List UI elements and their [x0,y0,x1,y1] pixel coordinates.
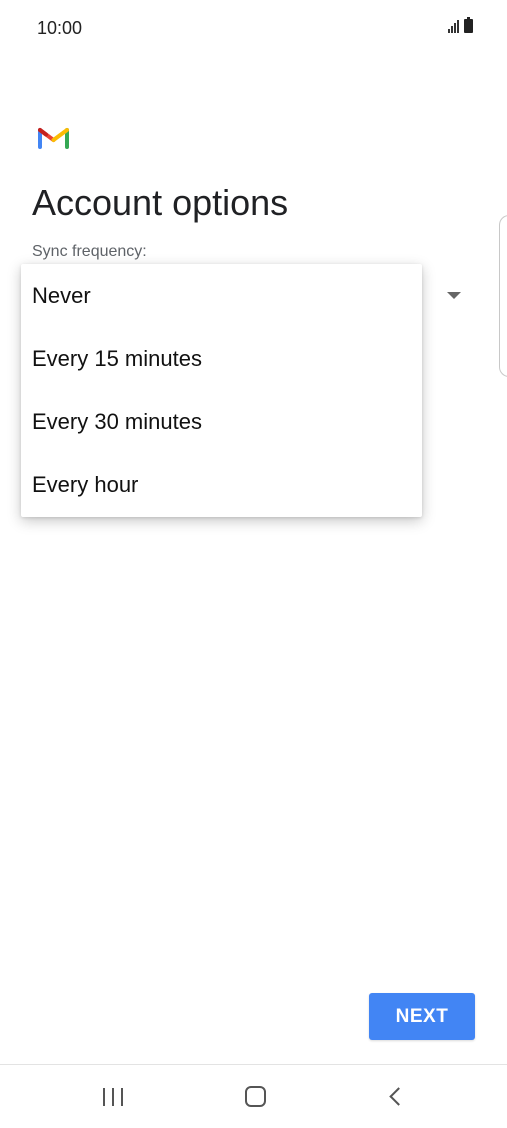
home-icon[interactable] [245,1086,266,1107]
page-title: Account options [32,182,289,223]
battery-icon [464,17,473,33]
menu-item-every-15-minutes[interactable]: Every 15 minutes [21,327,422,390]
status-icons [448,17,473,33]
side-panel-edge [499,215,507,377]
menu-item-never[interactable]: Never [21,264,422,327]
back-icon[interactable] [389,1087,408,1106]
menu-item-every-30-minutes[interactable]: Every 30 minutes [21,391,422,454]
recents-icon[interactable] [103,1088,123,1106]
sync-frequency-label: Sync frequency: [32,243,147,260]
sync-frequency-menu: Never Every 15 minutes Every 30 minutes … [21,264,422,517]
dropdown-arrow-icon[interactable] [447,292,461,299]
status-time: 10:00 [37,18,83,38]
next-button[interactable]: NEXT [369,993,475,1040]
gmail-logo-icon [38,128,69,149]
status-bar: 10:00 [0,0,507,56]
menu-item-every-hour[interactable]: Every hour [21,454,422,517]
navigation-bar [0,1065,507,1128]
signal-icon [448,19,459,33]
